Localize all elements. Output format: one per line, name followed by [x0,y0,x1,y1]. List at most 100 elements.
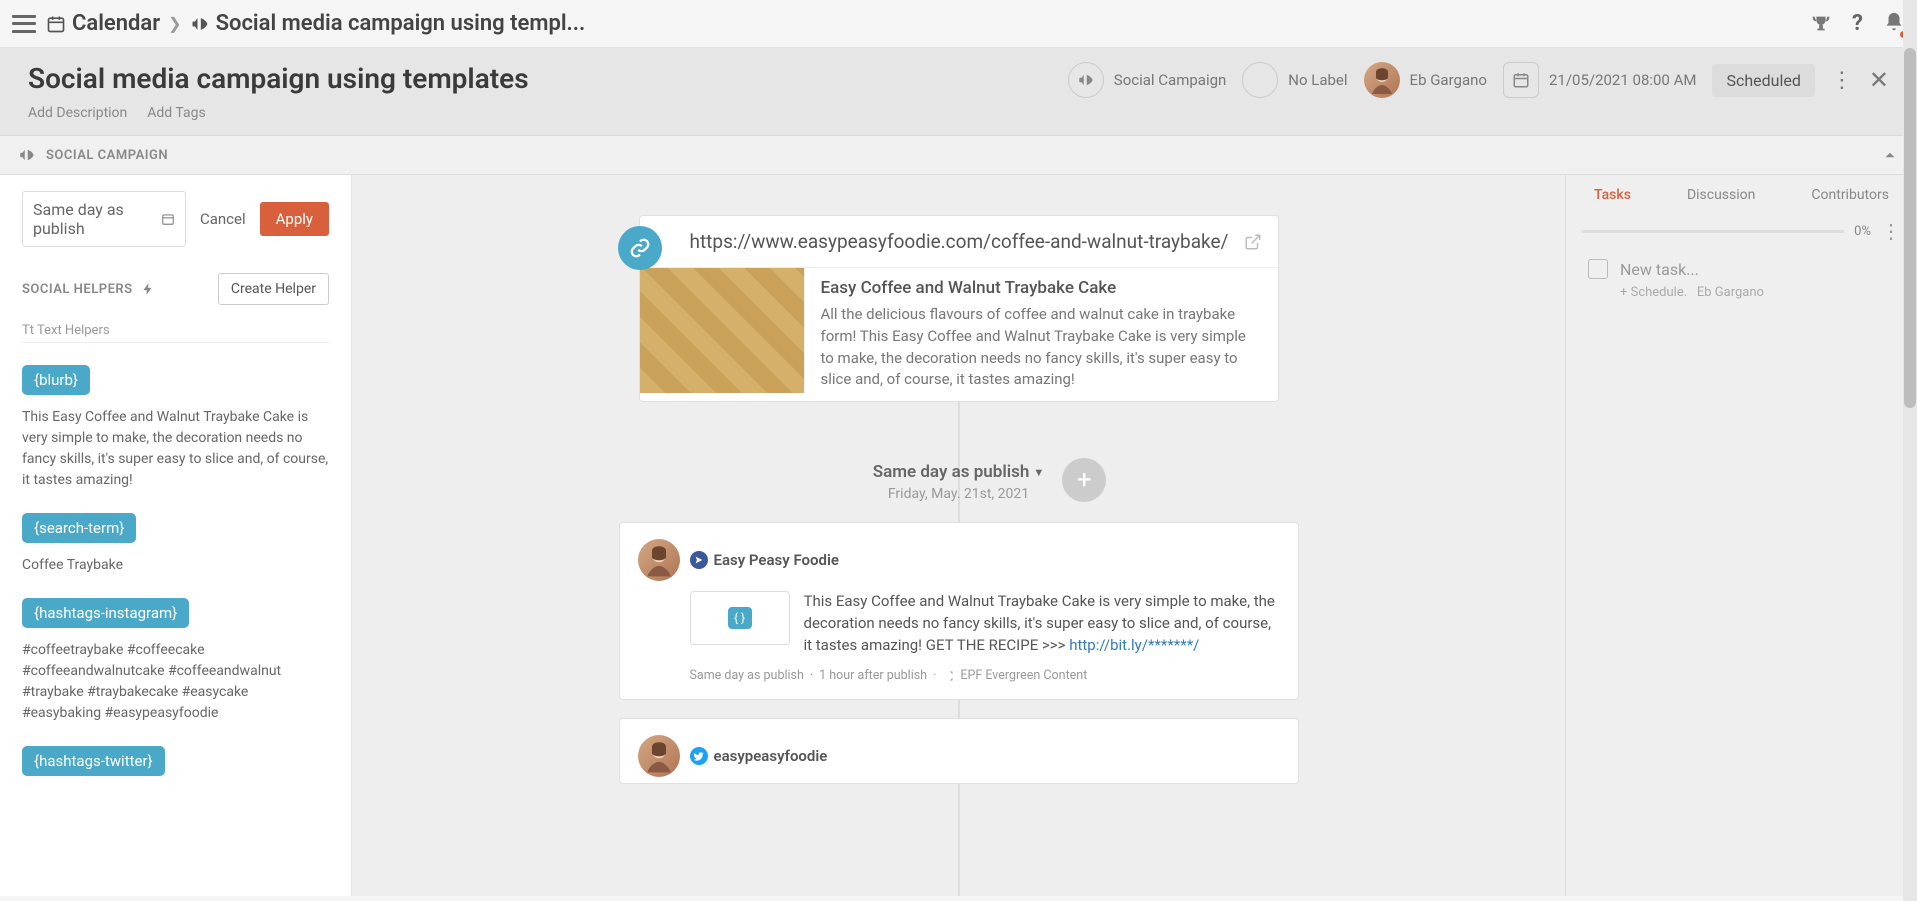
tab-tasks[interactable]: Tasks [1594,187,1631,203]
calendar-square [1503,62,1539,98]
close-icon[interactable]: ✕ [1869,66,1889,94]
url-preview: Easy Coffee and Walnut Traybake Cake All… [640,267,1278,401]
chevron-up-icon[interactable] [1881,146,1899,164]
tab-discussion[interactable]: Discussion [1687,187,1755,203]
add-post-button[interactable]: + [1062,458,1106,502]
calendar-icon [1512,71,1530,89]
helpers-header: SOCIAL HELPERS Create Helper [22,273,329,305]
scrollbar-track[interactable] [1903,0,1917,901]
caret-down-icon: ▼ [1033,466,1044,479]
avatar [1364,62,1400,98]
task-schedule-link[interactable]: + Schedule. [1620,285,1687,300]
section-bar: SOCIAL CAMPAIGN [0,136,1917,175]
schedule-row: Same day as publish Cancel Apply [22,191,329,247]
helper-tag[interactable]: {blurb} [22,365,90,395]
apply-button[interactable]: Apply [260,202,329,236]
main: Same day as publish Cancel Apply SOCIAL … [0,175,1917,896]
status-badge[interactable]: Scheduled [1712,64,1814,97]
url-body: Easy Coffee and Walnut Traybake Cake All… [805,268,1278,401]
url-card: https://www.easypeasyfoodie.com/coffee-a… [639,215,1279,402]
progress-percent: 0% [1854,224,1871,239]
section-title: SOCIAL CAMPAIGN [46,148,168,163]
shuffle-icon [942,670,954,682]
post-body: { } This Easy Coffee and Walnut Traybake… [690,591,1280,656]
label-picker[interactable]: No Label [1242,62,1347,98]
progress-bar [1582,230,1844,233]
avatar [638,735,680,777]
date-input[interactable]: Same day as publish [22,191,186,247]
post-handle: easypeasyfoodie [690,747,828,765]
helper-block-search-term: {search-term} Coffee Traybake [22,513,329,576]
breadcrumb-sep: ❯ [168,14,181,33]
twitter-icon [690,747,708,765]
header-right: Social Campaign No Label Eb Gargano 21/0… [1068,62,1889,98]
task-sub: + Schedule. Eb Gargano [1566,285,1917,300]
owner-name: Eb Gargano [1410,71,1487,89]
helper-tag[interactable]: {hashtags-instagram} [22,598,189,628]
megaphone-icon [18,146,36,164]
url-preview-title: Easy Coffee and Walnut Traybake Cake [821,278,1262,298]
campaign-icon-circle [1068,62,1104,98]
helper-tag[interactable]: {search-term} [22,513,136,543]
cancel-button[interactable]: Cancel [200,210,246,228]
calendar-icon [161,211,175,227]
label-value: No Label [1288,71,1347,89]
sidebar: Same day as publish Cancel Apply SOCIAL … [0,175,352,896]
owner-picker[interactable]: Eb Gargano [1364,62,1487,98]
post-meta-mid: 1 hour after publish [819,668,927,683]
link-icon-circle [618,226,662,270]
header-actions: Add Description Add Tags [28,105,529,121]
post-text: This Easy Coffee and Walnut Traybake Cak… [804,591,1280,656]
trophy-icon[interactable] [1810,13,1832,35]
helpers-title: SOCIAL HELPERS [22,282,133,297]
breadcrumb: Calendar ❯ Social media campaign using t… [46,11,585,36]
external-link-icon[interactable] [1244,233,1262,251]
post-meta-right: EPF Evergreen Content [960,668,1087,683]
helper-text: Coffee Traybake [22,555,329,576]
calendar-icon [46,14,66,34]
rightpanel: Tasks Discussion Contributors 0% ⋮ New t… [1565,175,1917,896]
url-text[interactable]: https://www.easypeasyfoodie.com/coffee-a… [690,230,1234,253]
hamburger-menu[interactable] [12,15,36,33]
datetime-value: 21/05/2021 08:00 AM [1549,71,1697,89]
create-helper-button[interactable]: Create Helper [218,273,329,305]
tabs: Tasks Discussion Contributors [1566,175,1917,213]
breadcrumb-root[interactable]: Calendar [46,11,160,36]
scrollbar-thumb[interactable] [1904,48,1916,408]
post-card-twitter[interactable]: easypeasyfoodie [619,718,1299,784]
section-bar-left: SOCIAL CAMPAIGN [18,146,168,164]
add-tags-link[interactable]: Add Tags [147,105,205,121]
task-owner[interactable]: Eb Gargano [1697,285,1764,300]
helper-text: This Easy Coffee and Walnut Traybake Cak… [22,407,329,491]
avatar-face-icon [1364,62,1400,98]
page-title: Social media campaign using templates [28,62,529,95]
add-description-link[interactable]: Add Description [28,105,127,121]
datetime-picker[interactable]: 21/05/2021 08:00 AM [1503,62,1697,98]
topbar: Calendar ❯ Social media campaign using t… [0,0,1917,48]
more-menu-icon[interactable]: ⋮ [1831,68,1853,93]
post-card-facebook[interactable]: Easy Peasy Foodie { } This Easy Coffee a… [619,522,1299,700]
date-input-value: Same day as publish [33,200,161,238]
more-menu-icon[interactable]: ⋮ [1881,219,1901,243]
label-circle [1242,62,1278,98]
post-meta: Same day as publish · 1 hour after publi… [690,668,1280,683]
notifications-button[interactable] [1883,11,1905,37]
tab-contributors[interactable]: Contributors [1811,187,1889,203]
helper-block-blurb: {blurb} This Easy Coffee and Walnut Tray… [22,365,329,491]
post-header: Easy Peasy Foodie [638,539,1280,581]
post-header: easypeasyfoodie [638,735,1280,777]
text-helpers-label: Tt Text Helpers [22,323,329,343]
campaign-type[interactable]: Social Campaign [1068,62,1227,98]
post-meta-left: Same day as publish [690,668,804,683]
helper-tag[interactable]: {hashtags-twitter} [22,746,165,776]
canvas: https://www.easypeasyfoodie.com/coffee-a… [352,175,1565,896]
breadcrumb-current[interactable]: Social media campaign using templ... [190,11,586,36]
help-icon[interactable]: ? [1852,11,1863,36]
post-shortlink[interactable]: http://bit.ly/*******/ [1069,636,1199,654]
task-checkbox[interactable] [1588,259,1608,279]
topbar-left: Calendar ❯ Social media campaign using t… [12,11,585,36]
lightning-icon [141,282,155,296]
timeline-main-label[interactable]: Same day as publish ▼ [873,462,1045,482]
url-preview-desc: All the delicious flavours of coffee and… [821,304,1262,391]
megaphone-icon [190,14,210,34]
